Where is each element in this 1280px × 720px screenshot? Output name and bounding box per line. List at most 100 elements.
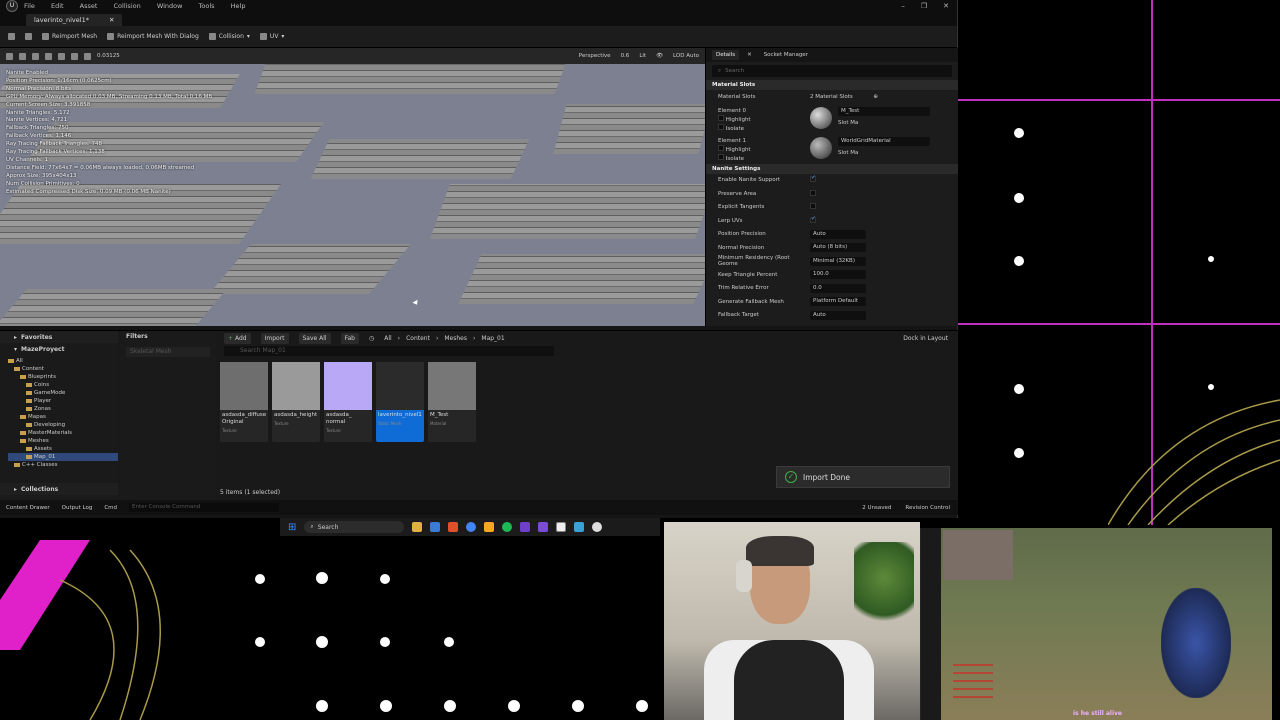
snap-value[interactable]: 0.03125 [97,53,120,59]
breadcrumb-meshes[interactable]: Meshes [444,335,467,342]
dock-in-layout-button[interactable]: Dock in Layout [903,335,958,342]
menu-edit[interactable]: Edit [51,2,64,10]
file-explorer-icon[interactable] [412,522,423,532]
setting-dropdown[interactable]: Minimal (32KB) [810,256,866,266]
save-icon[interactable] [8,33,15,40]
highlight-checkbox[interactable] [718,114,724,121]
fab-button[interactable]: Fab [340,332,359,344]
tree-item[interactable]: Zonas [8,405,118,413]
tab-socket-manager[interactable]: Socket Manager [760,50,812,60]
asset-tile[interactable]: laverinto_nivel1 Static Mesh [376,362,424,442]
reimport-mesh-button[interactable]: Reimport Mesh [42,33,97,40]
output-log-button[interactable]: Output Log [62,505,93,511]
setting-checkbox[interactable] [810,215,816,223]
project-header[interactable]: ▾ MazeProyect [0,343,118,355]
content-drawer-button[interactable]: Content Drawer [6,505,50,511]
reimport-dialog-button[interactable]: Reimport Mesh With Dialog [107,33,199,40]
tree-item[interactable]: GameMode [8,389,118,397]
menu-asset[interactable]: Asset [80,2,98,10]
lod-button[interactable]: LOD Auto [673,53,699,59]
tab-details[interactable]: Details [712,50,740,60]
scale-icon[interactable] [58,52,65,60]
spotify-icon[interactable] [502,522,513,532]
setting-dropdown[interactable]: 0.0 [810,283,866,293]
tree-item[interactable]: Blueprints [8,373,118,381]
show-icon[interactable]: 👁 [656,53,663,59]
unsaved-button[interactable]: 2 Unsaved [862,505,891,511]
setting-checkbox[interactable] [810,189,816,196]
translate-icon[interactable] [32,52,39,60]
unreal-taskbar-icon[interactable] [556,522,567,532]
windows-start-icon[interactable]: ⊞ [288,522,296,533]
tree-item[interactable]: Developing [8,421,118,429]
asset-tile[interactable]: asdasda_height Texture [272,362,320,442]
section-material-slots[interactable]: Material Slots [706,80,958,90]
history-icon[interactable]: ◷ [369,335,374,342]
chrome-icon[interactable] [466,522,477,532]
add-button[interactable]: + Add [224,332,251,344]
asset-tile[interactable]: M_Test Material [428,362,476,442]
filter-skeletal-mesh[interactable]: Skeletal Mesh [126,347,210,357]
ma-field[interactable]: Ma [850,120,858,126]
console-input[interactable]: Enter Console Command [129,503,280,512]
save-all-button[interactable]: Save All [298,332,331,344]
setting-checkbox[interactable] [810,203,816,210]
lit-button[interactable]: Lit [639,53,646,59]
tree-item[interactable]: Mapas [8,413,118,421]
asset-search-input[interactable]: Search Map_01 [224,346,554,356]
cmd-dropdown[interactable]: Cmd [104,505,117,511]
setting-dropdown[interactable]: 100.0 [810,270,866,280]
tree-item[interactable]: Map_01 [8,453,118,461]
tree-item[interactable]: C++ Classes [8,461,118,469]
tree-item[interactable]: All [8,357,118,365]
tree-item[interactable]: Meshes [8,437,118,445]
close-icon[interactable]: ✕ [747,52,752,58]
isolate-checkbox[interactable] [718,123,724,130]
setting-dropdown[interactable]: Auto (8 bits) [810,243,866,253]
unreal-logo-icon[interactable]: U [6,0,18,12]
menu-collision[interactable]: Collision [114,2,141,10]
favorites-header[interactable]: ▸ Favorites [0,331,118,343]
app-icon[interactable] [592,522,603,532]
angle-snap-icon[interactable] [84,52,91,60]
store-icon[interactable] [430,522,441,532]
setting-dropdown[interactable]: Auto [810,310,866,320]
brave-browser-icon[interactable] [448,522,459,532]
tab-laverinto[interactable]: laverinto_nivel1* ✕ [26,14,123,26]
setting-dropdown[interactable]: Platform Default [810,297,866,307]
breadcrumb-map01[interactable]: Map_01 [481,335,504,342]
breadcrumb-all[interactable]: All [384,335,391,342]
material-1-picker[interactable]: WorldGridMaterial [838,136,930,146]
tree-item[interactable]: Assets [8,445,118,453]
menu-file[interactable]: File [24,2,35,10]
maximize-button[interactable]: ❐ [921,2,927,10]
viewport-options-icon[interactable] [6,52,13,60]
tree-item[interactable]: Content [8,365,118,373]
tab-close-icon[interactable]: ✕ [109,16,114,24]
asset-tile[interactable]: asdasda_diffuse Original Texture [220,362,268,442]
tree-item[interactable]: MasterMaterials [8,429,118,437]
mesh-viewport[interactable]: Nanite Enabled Position Precision: 1/16c… [0,64,705,326]
material-0-picker[interactable]: M_Test [838,106,930,116]
select-icon[interactable] [19,52,26,60]
details-search-input[interactable]: ⌕ Search [712,65,952,77]
ma-field[interactable]: Ma [850,150,858,156]
uv-dropdown[interactable]: UV ▾ [259,33,284,40]
revision-control-button[interactable]: Revision Control [905,505,950,511]
setting-dropdown[interactable]: Auto [810,229,866,239]
import-button[interactable]: Import [260,332,289,344]
app-icon[interactable] [574,522,585,532]
add-slot-icon[interactable]: ⊕ [873,94,878,100]
tree-item[interactable]: Coins [8,381,118,389]
setting-checkbox[interactable] [810,174,816,183]
material-thumbnail[interactable] [810,106,832,129]
app-icon[interactable] [484,522,495,532]
menu-help[interactable]: Help [231,2,246,10]
highlight-checkbox[interactable] [718,144,724,151]
visual-studio-icon[interactable] [538,522,549,532]
taskbar-search[interactable]: ⌕ Search [304,521,405,533]
asset-tile[interactable]: asdasda_ normal Texture [324,362,372,442]
tree-item[interactable]: Player [8,397,118,405]
rotate-icon[interactable] [45,52,52,60]
isolate-checkbox[interactable] [718,153,724,160]
